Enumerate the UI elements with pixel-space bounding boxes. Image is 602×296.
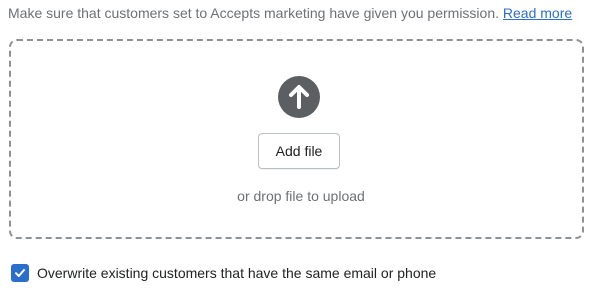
add-file-button[interactable]: Add file (258, 133, 340, 169)
read-more-link[interactable]: Read more (503, 5, 572, 21)
permission-notice-text: Make sure that customers set to Accepts … (8, 5, 500, 21)
overwrite-checkbox-label[interactable]: Overwrite existing customers that have t… (37, 263, 436, 283)
checkmark-icon (15, 269, 25, 277)
upload-arrow-icon (278, 76, 320, 118)
drop-file-hint: or drop file to upload (237, 188, 365, 204)
overwrite-checkbox[interactable] (11, 264, 29, 282)
permission-notice: Make sure that customers set to Accepts … (8, 3, 572, 23)
